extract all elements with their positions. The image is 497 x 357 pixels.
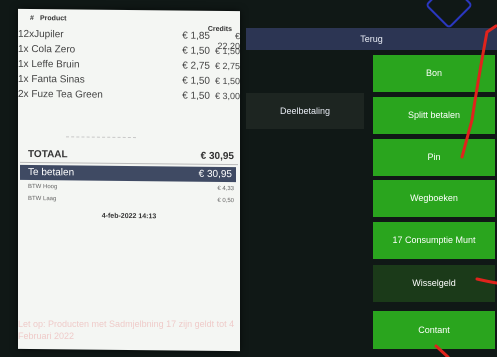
split-payment-button-label: Splitt betalen [407, 110, 461, 120]
write-off-button[interactable]: Wegboeken [373, 180, 495, 217]
pos-screen: # Product Credits 12xJupiler € 1,85 € 22… [0, 0, 497, 357]
cash-button-label: Contant [418, 325, 450, 335]
item-name: 12xJupiler [18, 28, 64, 41]
change-button-label: Wisselgeld [412, 278, 456, 288]
token-payment-button[interactable]: 17 Consumptie Munt [373, 222, 495, 259]
cash-button[interactable]: Contant [373, 311, 495, 349]
receipt-button[interactable]: Bon [373, 55, 495, 92]
item-list: 12xJupiler € 1,85 € 22,20 1x Cola Zero €… [18, 29, 240, 106]
receipt-panel: # Product Credits 12xJupiler € 1,85 € 22… [18, 8, 240, 352]
item-total: € 1,50 [214, 45, 240, 57]
card-payment-button[interactable]: Pin [373, 139, 495, 176]
amount-due-label: Te betalen [28, 166, 75, 179]
token-payment-button-label: 17 Consumptie Munt [392, 235, 476, 245]
split-payment-button[interactable]: Splitt betalen [373, 97, 495, 134]
vat-high-row: BTW Hoog € 4,33 [28, 184, 234, 192]
item-total: € 2,75 [214, 60, 240, 72]
item-total: € 3,00 [214, 90, 240, 102]
amount-due-row: Te betalen € 30,95 [20, 164, 236, 183]
item-name: 1x Fanta Sinas [18, 73, 85, 86]
back-button[interactable]: Terug [246, 28, 497, 50]
change-button[interactable]: Wisselgeld [373, 265, 495, 302]
total-label: TOTAAL [28, 148, 68, 161]
corner-badge-icon [424, 0, 474, 30]
total-row: TOTAAL € 30,95 [28, 149, 240, 162]
item-total: € 1,50 [214, 75, 240, 87]
item-price: € 1,85 [182, 30, 210, 42]
item-price: € 2,75 [182, 60, 210, 72]
vat-high-value: € 4,33 [217, 185, 234, 193]
item-price: € 1,50 [182, 90, 210, 102]
item-name: 2x Fuze Tea Green [18, 88, 103, 101]
write-off-button-label: Wegboeken [410, 193, 458, 203]
receipt-date: 4-feb-2022 14:13 [101, 212, 157, 221]
total-value: € 30,95 [200, 150, 234, 163]
receipt-header: # Product Credits [24, 15, 234, 33]
item-name: 1x Leffe Bruin [18, 58, 80, 71]
header-number: # [30, 14, 34, 23]
vat-low-row: BTW Laag € 0,50 [28, 196, 234, 204]
vat-high-label: BTW Hoog [28, 183, 58, 191]
header-product: Product [40, 15, 67, 23]
list-item[interactable]: 2x Fuze Tea Green € 1,50 € 3,00 [18, 89, 240, 106]
divider [66, 136, 136, 139]
vat-low-value: € 0,50 [217, 197, 234, 205]
amount-due-value: € 30,95 [198, 168, 232, 181]
receipt-button-label: Bon [425, 68, 442, 78]
card-payment-button-label: Pin [427, 152, 441, 162]
vat-low-label: BTW Laag [28, 195, 57, 203]
item-price: € 1,50 [182, 75, 210, 87]
item-name: 1x Cola Zero [18, 43, 76, 56]
partial-payment-button[interactable]: Deelbetaling [246, 93, 364, 129]
notice-text: Let op: Producten met Sadmjelbning 17 zi… [18, 319, 235, 341]
item-price: € 1,50 [182, 45, 210, 57]
